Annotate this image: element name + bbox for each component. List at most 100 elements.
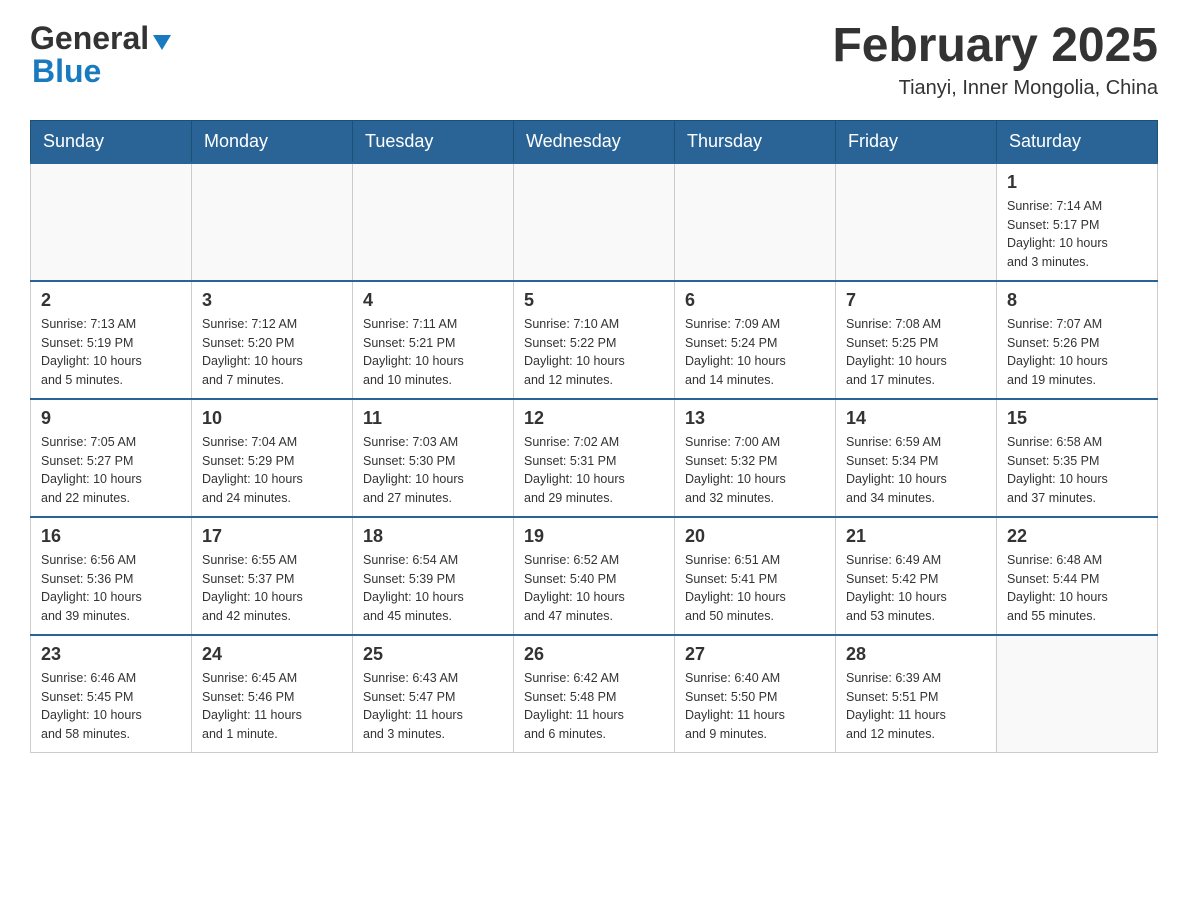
day-info: Sunrise: 7:14 AM Sunset: 5:17 PM Dayligh… <box>1007 197 1147 272</box>
day-number: 12 <box>524 408 664 429</box>
day-info: Sunrise: 6:55 AM Sunset: 5:37 PM Dayligh… <box>202 551 342 626</box>
month-title: February 2025 <box>832 20 1158 73</box>
calendar-week-row: 16Sunrise: 6:56 AM Sunset: 5:36 PM Dayli… <box>31 517 1158 635</box>
calendar-cell: 12 Sunrise: 7:02 AM Sunset: 5:31 PM Dayli… <box>514 399 675 517</box>
day-number: 19 <box>524 526 664 547</box>
calendar-cell: 27 Sunrise: 6:40 AM Sunset: 5:50 PM Dayli… <box>675 635 836 753</box>
day-number: 28 <box>846 644 986 665</box>
day-number: 15 <box>1007 408 1147 429</box>
calendar-cell: 17 Sunrise: 6:55 AM Sunset: 5:37 PM Dayli… <box>192 517 353 635</box>
day-info: Sunrise: 6:43 AM Sunset: 5:47 PM Dayligh… <box>363 669 503 744</box>
calendar-day-header: Friday <box>836 120 997 163</box>
logo-general-text: General <box>30 20 149 57</box>
day-number: 7 <box>846 290 986 311</box>
day-number: 26 <box>524 644 664 665</box>
calendar-day-header: Tuesday <box>353 120 514 163</box>
calendar-cell: 22 Sunrise: 6:48 AM Sunset: 5:44 PM Dayli… <box>997 517 1158 635</box>
calendar-cell: 20Sunrise: 6:51 AM Sunset: 5:41 PM Dayli… <box>675 517 836 635</box>
day-number: 21 <box>846 526 986 547</box>
calendar-week-row: 2 Sunrise: 7:13 AM Sunset: 5:19 PM Daylig… <box>31 281 1158 399</box>
calendar-cell: 21 Sunrise: 6:49 AM Sunset: 5:42 PM Dayli… <box>836 517 997 635</box>
calendar-cell <box>31 163 192 281</box>
calendar-cell: 13Sunrise: 7:00 AM Sunset: 5:32 PM Dayli… <box>675 399 836 517</box>
day-info: Sunrise: 7:12 AM Sunset: 5:20 PM Dayligh… <box>202 315 342 390</box>
day-number: 27 <box>685 644 825 665</box>
day-info: Sunrise: 7:11 AM Sunset: 5:21 PM Dayligh… <box>363 315 503 390</box>
day-info: Sunrise: 7:07 AM Sunset: 5:26 PM Dayligh… <box>1007 315 1147 390</box>
calendar-cell <box>514 163 675 281</box>
calendar-week-row: 9 Sunrise: 7:05 AM Sunset: 5:27 PM Daylig… <box>31 399 1158 517</box>
day-info: Sunrise: 7:04 AM Sunset: 5:29 PM Dayligh… <box>202 433 342 508</box>
calendar-week-row: 1Sunrise: 7:14 AM Sunset: 5:17 PM Daylig… <box>31 163 1158 281</box>
calendar-cell: 1Sunrise: 7:14 AM Sunset: 5:17 PM Daylig… <box>997 163 1158 281</box>
calendar-day-header: Monday <box>192 120 353 163</box>
calendar-cell: 11 Sunrise: 7:03 AM Sunset: 5:30 PM Dayli… <box>353 399 514 517</box>
day-number: 2 <box>41 290 181 311</box>
calendar-header-row: SundayMondayTuesdayWednesdayThursdayFrid… <box>31 120 1158 163</box>
calendar-cell: 4 Sunrise: 7:11 AM Sunset: 5:21 PM Daylig… <box>353 281 514 399</box>
calendar-cell <box>675 163 836 281</box>
logo-triangle-icon <box>153 35 171 50</box>
day-info: Sunrise: 6:49 AM Sunset: 5:42 PM Dayligh… <box>846 551 986 626</box>
calendar-week-row: 23 Sunrise: 6:46 AM Sunset: 5:45 PM Dayli… <box>31 635 1158 753</box>
day-info: Sunrise: 7:10 AM Sunset: 5:22 PM Dayligh… <box>524 315 664 390</box>
day-info: Sunrise: 7:02 AM Sunset: 5:31 PM Dayligh… <box>524 433 664 508</box>
day-number: 11 <box>363 408 503 429</box>
day-info: Sunrise: 6:40 AM Sunset: 5:50 PM Dayligh… <box>685 669 825 744</box>
calendar-cell: 5 Sunrise: 7:10 AM Sunset: 5:22 PM Daylig… <box>514 281 675 399</box>
day-info: Sunrise: 6:48 AM Sunset: 5:44 PM Dayligh… <box>1007 551 1147 626</box>
day-number: 14 <box>846 408 986 429</box>
day-number: 8 <box>1007 290 1147 311</box>
day-info: Sunrise: 6:46 AM Sunset: 5:45 PM Dayligh… <box>41 669 181 744</box>
day-number: 17 <box>202 526 342 547</box>
calendar-day-header: Wednesday <box>514 120 675 163</box>
calendar-cell: 10 Sunrise: 7:04 AM Sunset: 5:29 PM Dayli… <box>192 399 353 517</box>
calendar-cell: 24Sunrise: 6:45 AM Sunset: 5:46 PM Dayli… <box>192 635 353 753</box>
logo-blue-text: Blue <box>32 53 101 90</box>
calendar-cell <box>353 163 514 281</box>
day-info: Sunrise: 7:09 AM Sunset: 5:24 PM Dayligh… <box>685 315 825 390</box>
day-info: Sunrise: 7:03 AM Sunset: 5:30 PM Dayligh… <box>363 433 503 508</box>
day-info: Sunrise: 6:42 AM Sunset: 5:48 PM Dayligh… <box>524 669 664 744</box>
day-number: 22 <box>1007 526 1147 547</box>
day-info: Sunrise: 6:54 AM Sunset: 5:39 PM Dayligh… <box>363 551 503 626</box>
calendar-cell <box>997 635 1158 753</box>
day-info: Sunrise: 6:58 AM Sunset: 5:35 PM Dayligh… <box>1007 433 1147 508</box>
header-right: February 2025 Tianyi, Inner Mongolia, Ch… <box>832 20 1158 100</box>
day-info: Sunrise: 7:08 AM Sunset: 5:25 PM Dayligh… <box>846 315 986 390</box>
day-info: Sunrise: 6:59 AM Sunset: 5:34 PM Dayligh… <box>846 433 986 508</box>
calendar-cell: 7 Sunrise: 7:08 AM Sunset: 5:25 PM Daylig… <box>836 281 997 399</box>
day-number: 10 <box>202 408 342 429</box>
calendar-cell: 6 Sunrise: 7:09 AM Sunset: 5:24 PM Daylig… <box>675 281 836 399</box>
day-number: 5 <box>524 290 664 311</box>
calendar-cell: 26 Sunrise: 6:42 AM Sunset: 5:48 PM Dayli… <box>514 635 675 753</box>
calendar-cell <box>192 163 353 281</box>
day-number: 16 <box>41 526 181 547</box>
calendar-cell: 9 Sunrise: 7:05 AM Sunset: 5:27 PM Daylig… <box>31 399 192 517</box>
day-number: 3 <box>202 290 342 311</box>
calendar-cell: 16Sunrise: 6:56 AM Sunset: 5:36 PM Dayli… <box>31 517 192 635</box>
day-info: Sunrise: 6:52 AM Sunset: 5:40 PM Dayligh… <box>524 551 664 626</box>
day-info: Sunrise: 6:39 AM Sunset: 5:51 PM Dayligh… <box>846 669 986 744</box>
calendar-table: SundayMondayTuesdayWednesdayThursdayFrid… <box>30 120 1158 753</box>
calendar-cell: 3 Sunrise: 7:12 AM Sunset: 5:20 PM Daylig… <box>192 281 353 399</box>
day-number: 6 <box>685 290 825 311</box>
calendar-cell: 28 Sunrise: 6:39 AM Sunset: 5:51 PM Dayli… <box>836 635 997 753</box>
calendar-cell: 19 Sunrise: 6:52 AM Sunset: 5:40 PM Dayli… <box>514 517 675 635</box>
day-info: Sunrise: 7:05 AM Sunset: 5:27 PM Dayligh… <box>41 433 181 508</box>
calendar-day-header: Saturday <box>997 120 1158 163</box>
calendar-cell: 18 Sunrise: 6:54 AM Sunset: 5:39 PM Dayli… <box>353 517 514 635</box>
day-number: 25 <box>363 644 503 665</box>
page-header: General Blue February 2025 Tianyi, Inner… <box>30 20 1158 100</box>
calendar-cell: 8 Sunrise: 7:07 AM Sunset: 5:26 PM Daylig… <box>997 281 1158 399</box>
day-number: 13 <box>685 408 825 429</box>
calendar-cell: 25 Sunrise: 6:43 AM Sunset: 5:47 PM Dayli… <box>353 635 514 753</box>
day-info: Sunrise: 7:13 AM Sunset: 5:19 PM Dayligh… <box>41 315 181 390</box>
day-number: 4 <box>363 290 503 311</box>
day-number: 9 <box>41 408 181 429</box>
calendar-cell <box>836 163 997 281</box>
day-number: 18 <box>363 526 503 547</box>
calendar-day-header: Sunday <box>31 120 192 163</box>
day-number: 23 <box>41 644 181 665</box>
calendar-day-header: Thursday <box>675 120 836 163</box>
